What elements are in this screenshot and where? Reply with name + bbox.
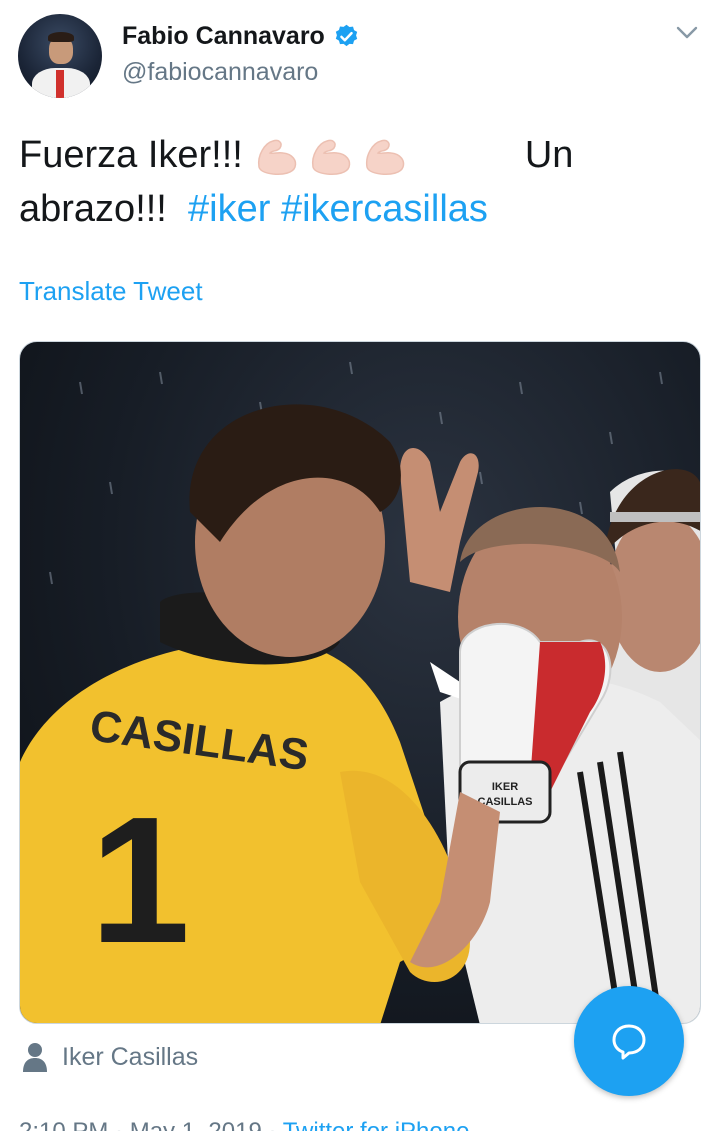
- author-display-name[interactable]: Fabio Cannavaro: [122, 22, 325, 51]
- avatar-shirt-stripe: [56, 70, 64, 98]
- photo-illustration: IKER CASILLAS CASILLAS 1: [20, 361, 700, 1023]
- flexed-biceps-emoji-icon: [311, 139, 351, 175]
- author-handle[interactable]: @fabiocannavaro: [122, 58, 318, 87]
- tweet-text-part2: Un: [524, 134, 574, 176]
- hashtag-ikercasillas[interactable]: #ikercasillas: [281, 188, 488, 230]
- verified-badge-icon: [335, 24, 358, 47]
- tweet-meta: 2:10 PM · May 1, 2019 · Twitter for iPho…: [19, 1118, 469, 1131]
- person-icon: [23, 1043, 47, 1072]
- emoji-group: [253, 133, 409, 177]
- avatar-hair: [48, 32, 74, 42]
- tweet-photo[interactable]: IKER CASILLAS CASILLAS 1: [19, 341, 701, 1024]
- tagged-person-row[interactable]: Iker Casillas: [22, 1042, 198, 1072]
- flexed-biceps-emoji-icon: [257, 139, 297, 175]
- author-name-row[interactable]: Fabio Cannavaro: [122, 22, 360, 51]
- glove-text: IKER: [492, 781, 518, 793]
- tagged-person-name[interactable]: Iker Casillas: [62, 1043, 198, 1072]
- author-avatar[interactable]: [18, 14, 102, 98]
- flexed-biceps-emoji-icon: [365, 139, 405, 175]
- translate-tweet-link[interactable]: Translate Tweet: [19, 276, 203, 307]
- hashtag-iker[interactable]: #iker: [188, 188, 270, 230]
- tweet-text-part1: Fuerza Iker!!!: [19, 134, 243, 176]
- tweet-text-part3: abrazo!!!: [19, 188, 167, 230]
- reply-fab-button[interactable]: [574, 986, 684, 1096]
- jersey-number-text: 1: [90, 780, 190, 981]
- chevron-down-icon[interactable]: [676, 26, 698, 40]
- tweet-timestamp: 2:10 PM · May 1, 2019 ·: [19, 1118, 276, 1131]
- reply-bubble-icon: [612, 1024, 646, 1060]
- tweet-text: Fuerza Iker!!! Un abrazo!!! #iker #ikerc…: [19, 128, 659, 236]
- tweet-source[interactable]: Twitter for iPhone: [283, 1118, 470, 1131]
